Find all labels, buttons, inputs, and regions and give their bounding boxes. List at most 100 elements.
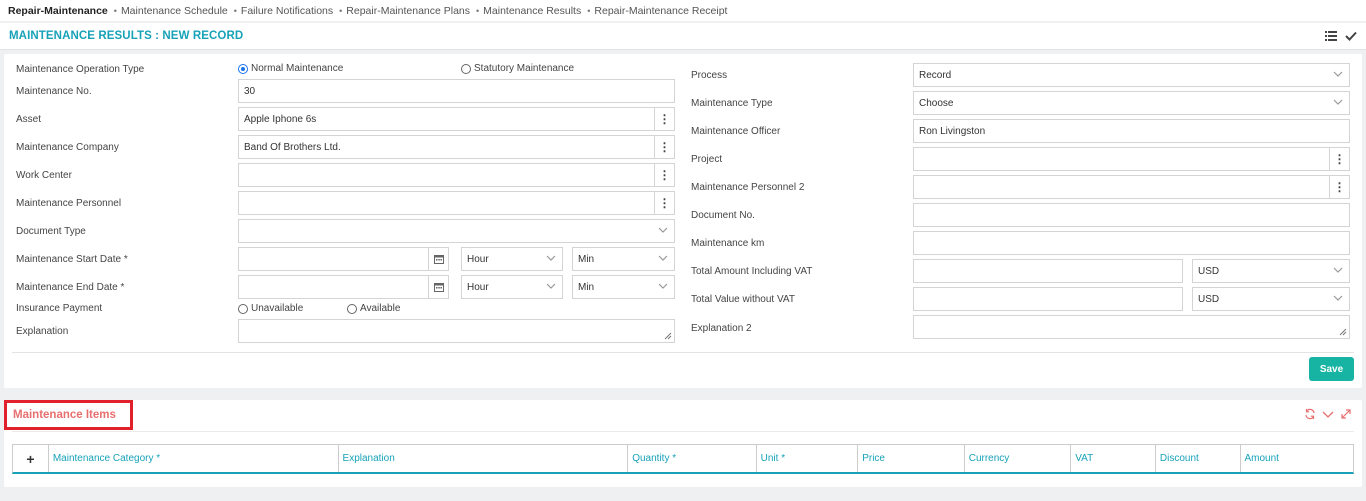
bullet-separator: • xyxy=(233,5,237,16)
bullet-separator: • xyxy=(587,5,591,16)
insurance-label: Insurance Payment xyxy=(16,303,103,314)
company-value: Band Of Brothers Ltd. xyxy=(244,141,341,153)
total-novat-label: Total Value without VAT xyxy=(691,294,795,305)
work-center-label: Work Center xyxy=(16,170,72,181)
total-vat-currency-select[interactable]: USD xyxy=(1192,259,1350,283)
explanation2-textarea[interactable] xyxy=(913,315,1350,339)
radio-normal-label: Normal Maintenance xyxy=(251,63,344,74)
chevron-down-icon xyxy=(1333,71,1343,77)
work-center-input[interactable] xyxy=(238,163,655,187)
expand-icon[interactable] xyxy=(1340,408,1352,423)
chevron-down-icon xyxy=(546,283,556,289)
list-icon[interactable] xyxy=(1324,29,1338,43)
calendar-icon[interactable] xyxy=(429,247,449,271)
work-center-more-icon[interactable]: ⋮ xyxy=(655,163,675,187)
end-min-select[interactable]: Min xyxy=(572,275,675,299)
breadcrumb-maintenance-schedule[interactable]: Maintenance Schedule xyxy=(121,5,228,17)
company-more-icon[interactable]: ⋮ xyxy=(655,135,675,159)
process-label: Process xyxy=(691,70,728,81)
company-input[interactable]: Band Of Brothers Ltd. xyxy=(238,135,655,159)
col-currency[interactable]: Currency xyxy=(965,445,1072,472)
project-input[interactable] xyxy=(913,147,1330,171)
breadcrumb-repair-maintenance-plans[interactable]: Repair-Maintenance Plans xyxy=(346,5,470,17)
maint-no-input[interactable]: 30 xyxy=(238,79,675,103)
total-novat-input[interactable] xyxy=(913,287,1183,311)
save-button[interactable]: Save xyxy=(1309,357,1354,381)
doc-no-input[interactable] xyxy=(913,203,1350,227)
maintenance-items-panel: Maintenance Items + Maintenance Category… xyxy=(4,400,1362,487)
km-label: Maintenance km xyxy=(691,238,765,249)
breadcrumb-failure-notifications[interactable]: Failure Notifications xyxy=(241,5,333,17)
personnel2-more-icon[interactable]: ⋮ xyxy=(1330,175,1350,199)
personnel-label: Maintenance Personnel xyxy=(16,198,122,209)
chevron-down-icon xyxy=(1333,99,1343,105)
end-date-label: Maintenance End Date * xyxy=(16,282,125,293)
start-date-label: Maintenance Start Date * xyxy=(16,254,128,265)
project-more-icon[interactable]: ⋮ xyxy=(1330,147,1350,171)
col-maintenance-category[interactable]: Maintenance Category * xyxy=(49,445,339,472)
radio-available[interactable]: Available xyxy=(347,303,400,314)
personnel-more-icon[interactable]: ⋮ xyxy=(655,191,675,215)
personnel2-input[interactable] xyxy=(913,175,1330,199)
bullet-separator: • xyxy=(339,5,343,16)
asset-input[interactable]: Apple Iphone 6s xyxy=(238,107,655,131)
currency-value: USD xyxy=(1198,293,1220,305)
chevron-down-icon xyxy=(658,227,668,233)
doc-type-select[interactable] xyxy=(238,219,675,243)
col-explanation[interactable]: Explanation xyxy=(339,445,629,472)
col-unit[interactable]: Unit * xyxy=(757,445,859,472)
col-price[interactable]: Price xyxy=(858,445,965,472)
start-hour-select[interactable]: Hour xyxy=(461,247,563,271)
maintenance-items-title: Maintenance Items xyxy=(4,400,133,430)
currency-value: USD xyxy=(1198,265,1220,277)
asset-more-icon[interactable]: ⋮ xyxy=(655,107,675,131)
col-amount[interactable]: Amount xyxy=(1241,445,1354,472)
km-input[interactable] xyxy=(913,231,1350,255)
officer-label: Maintenance Officer xyxy=(691,126,781,137)
radio-available-label: Available xyxy=(360,303,401,314)
asset-value: Apple Iphone 6s xyxy=(244,113,317,125)
radio-unselected-icon xyxy=(461,63,471,74)
chevron-down-icon xyxy=(658,283,668,289)
form-panel: Maintenance Operation Type Normal Mainte… xyxy=(4,54,1362,388)
refresh-icon[interactable] xyxy=(1304,408,1316,423)
form-divider xyxy=(12,352,1354,353)
page-header: MAINTENANCE RESULTS : NEW RECORD xyxy=(0,23,1366,50)
radio-unavailable[interactable]: Unavailable xyxy=(238,303,303,314)
end-date-input[interactable] xyxy=(238,275,429,299)
maint-type-select[interactable]: Choose xyxy=(913,91,1350,115)
maint-no-label: Maintenance No. xyxy=(16,86,92,97)
radio-statutory-maintenance[interactable]: Statutory Maintenance xyxy=(461,63,574,74)
total-novat-currency-select[interactable]: USD xyxy=(1192,287,1350,311)
col-quantity[interactable]: Quantity * xyxy=(628,445,757,472)
radio-normal-maintenance[interactable]: Normal Maintenance xyxy=(238,63,343,74)
personnel-input[interactable] xyxy=(238,191,655,215)
chevron-down-icon xyxy=(1333,295,1343,301)
breadcrumb-repair-maintenance-receipt[interactable]: Repair-Maintenance Receipt xyxy=(594,5,727,17)
chevron-down-icon[interactable] xyxy=(1322,408,1334,423)
maint-type-label: Maintenance Type xyxy=(691,98,773,109)
start-date-input[interactable] xyxy=(238,247,429,271)
bullet-separator: • xyxy=(113,5,117,16)
end-hour-select[interactable]: Hour xyxy=(461,275,563,299)
resize-handle-icon[interactable] xyxy=(664,332,672,340)
add-row-button[interactable]: + xyxy=(13,445,49,472)
explanation2-label: Explanation 2 xyxy=(691,323,752,334)
process-select[interactable]: Record xyxy=(913,63,1350,87)
breadcrumb: Repair-Maintenance • Maintenance Schedul… xyxy=(0,0,1366,21)
officer-input[interactable]: Ron Livingston xyxy=(913,119,1350,143)
doc-type-label: Document Type xyxy=(16,226,86,237)
col-vat[interactable]: VAT xyxy=(1071,445,1156,472)
check-icon[interactable] xyxy=(1344,29,1358,43)
start-min-select[interactable]: Min xyxy=(572,247,675,271)
resize-handle-icon[interactable] xyxy=(1339,328,1347,336)
breadcrumb-repair-maintenance[interactable]: Repair-Maintenance xyxy=(8,5,108,17)
explanation-textarea[interactable] xyxy=(238,319,675,343)
project-label: Project xyxy=(691,154,723,165)
total-vat-input[interactable] xyxy=(913,259,1183,283)
col-discount[interactable]: Discount xyxy=(1156,445,1241,472)
breadcrumb-maintenance-results[interactable]: Maintenance Results xyxy=(483,5,581,17)
calendar-icon[interactable] xyxy=(429,275,449,299)
radio-unavailable-label: Unavailable xyxy=(251,303,304,314)
page-title: MAINTENANCE RESULTS : NEW RECORD xyxy=(9,30,244,42)
